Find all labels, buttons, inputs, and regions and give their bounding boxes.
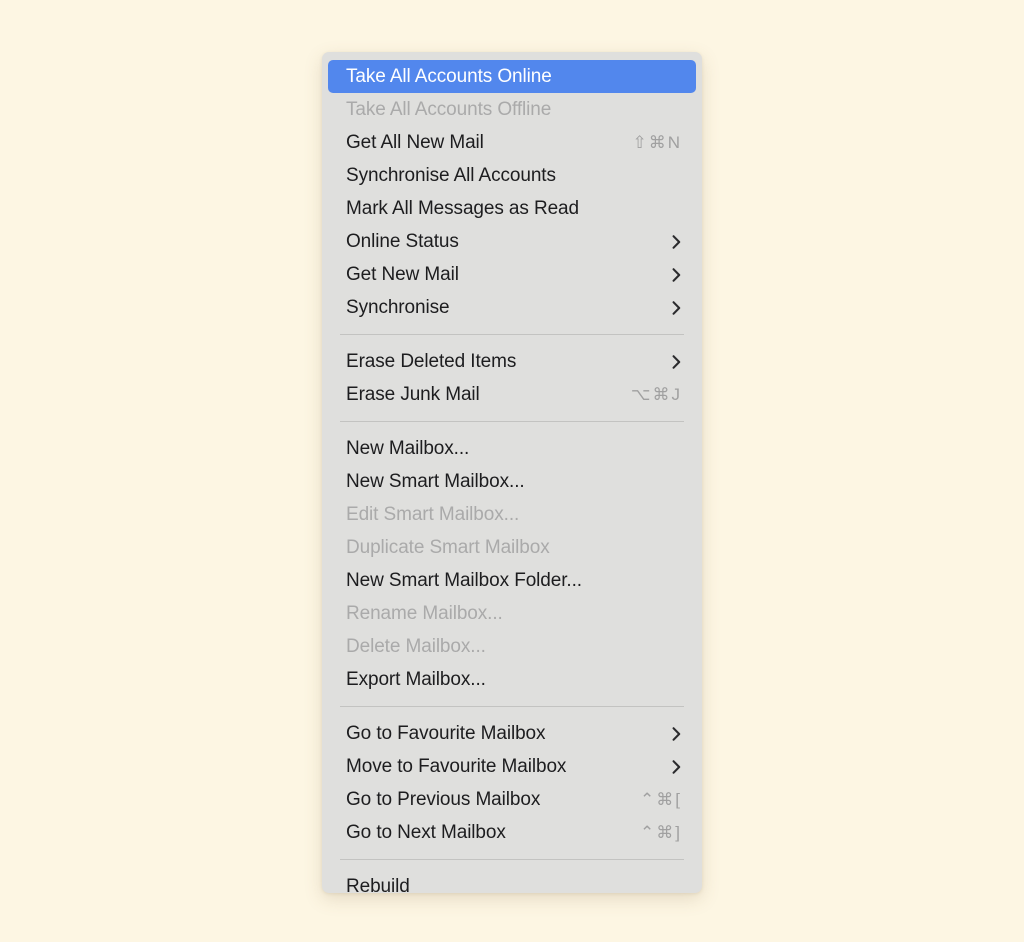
- menu-group: Go to Favourite Mailbox Move to Favourite…: [322, 717, 702, 849]
- menu-group: Rebuild: [322, 870, 702, 893]
- menu-item-label: Delete Mailbox...: [346, 636, 486, 657]
- menu-item-move-to-favourite-mailbox[interactable]: Move to Favourite Mailbox: [328, 750, 696, 783]
- chevron-right-icon: [670, 267, 684, 283]
- menu-item-label: Online Status: [346, 231, 459, 252]
- menu-item-synchronise[interactable]: Synchronise: [328, 291, 696, 324]
- menu-item-shortcut: ⌃⌘[: [640, 789, 682, 809]
- menu-item-new-smart-mailbox-folder[interactable]: New Smart Mailbox Folder...: [328, 564, 696, 597]
- menu-item-shortcut: ⌃⌘]: [640, 822, 682, 842]
- menu-item-label: Rename Mailbox...: [346, 603, 503, 624]
- menu-item-label: Move to Favourite Mailbox: [346, 756, 567, 777]
- menu-item-label: Synchronise: [346, 297, 450, 318]
- menu-item-new-smart-mailbox[interactable]: New Smart Mailbox...: [328, 465, 696, 498]
- menu-item-new-mailbox[interactable]: New Mailbox...: [328, 432, 696, 465]
- menu-item-online-status[interactable]: Online Status: [328, 225, 696, 258]
- chevron-right-icon: [670, 234, 684, 250]
- menu-separator: [340, 859, 684, 860]
- menu-item-go-to-previous-mailbox[interactable]: Go to Previous Mailbox ⌃⌘[: [328, 783, 696, 816]
- chevron-right-icon: [670, 300, 684, 316]
- menu-item-label: Get New Mail: [346, 264, 459, 285]
- menu-item-shortcut: ⇧⌘N: [632, 132, 682, 152]
- menu-separator: [340, 706, 684, 707]
- menu-item-label: Take All Accounts Offline: [346, 99, 552, 120]
- menu-item-label: Export Mailbox...: [346, 669, 486, 690]
- menu-item-take-all-accounts-online[interactable]: Take All Accounts Online: [328, 60, 696, 93]
- menu-group: Take All Accounts Online Take All Account…: [322, 60, 702, 324]
- menu-item-get-new-mail[interactable]: Get New Mail: [328, 258, 696, 291]
- menu-item-mark-all-messages-as-read[interactable]: Mark All Messages as Read: [328, 192, 696, 225]
- menu-item-label: New Smart Mailbox Folder...: [346, 570, 582, 591]
- menu-item-rename-mailbox: Rename Mailbox...: [328, 597, 696, 630]
- menu-item-shortcut: ⌥⌘J: [630, 384, 682, 404]
- menu-item-synchronise-all-accounts[interactable]: Synchronise All Accounts: [328, 159, 696, 192]
- menu-separator: [340, 421, 684, 422]
- menu-item-label: Synchronise All Accounts: [346, 165, 556, 186]
- menu-item-label: Erase Deleted Items: [346, 351, 517, 372]
- menu-item-label: New Smart Mailbox...: [346, 471, 525, 492]
- menu-item-go-to-favourite-mailbox[interactable]: Go to Favourite Mailbox: [328, 717, 696, 750]
- menu-item-label: Get All New Mail: [346, 132, 484, 153]
- menu-item-edit-smart-mailbox: Edit Smart Mailbox...: [328, 498, 696, 531]
- menu-item-label: Mark All Messages as Read: [346, 198, 579, 219]
- menu-item-label: Go to Previous Mailbox: [346, 789, 541, 810]
- menu-item-label: Go to Favourite Mailbox: [346, 723, 546, 744]
- menu-item-get-all-new-mail[interactable]: Get All New Mail ⇧⌘N: [328, 126, 696, 159]
- menu-item-label: Edit Smart Mailbox...: [346, 504, 520, 525]
- chevron-right-icon: [670, 759, 684, 775]
- menu-item-rebuild[interactable]: Rebuild: [328, 870, 696, 893]
- menu-item-label: New Mailbox...: [346, 438, 470, 459]
- menu-group: New Mailbox... New Smart Mailbox... Edit S…: [322, 432, 702, 696]
- menu-item-label: Go to Next Mailbox: [346, 822, 506, 843]
- menu-group: Erase Deleted Items Erase Junk Mail ⌥⌘J: [322, 345, 702, 411]
- menu-item-label: Duplicate Smart Mailbox: [346, 537, 550, 558]
- chevron-right-icon: [670, 354, 684, 370]
- menu-item-take-all-accounts-offline: Take All Accounts Offline: [328, 93, 696, 126]
- menu-item-duplicate-smart-mailbox: Duplicate Smart Mailbox: [328, 531, 696, 564]
- menu-item-go-to-next-mailbox[interactable]: Go to Next Mailbox ⌃⌘]: [328, 816, 696, 849]
- menu-item-export-mailbox[interactable]: Export Mailbox...: [328, 663, 696, 696]
- mailbox-context-menu: Take All Accounts Online Take All Account…: [322, 52, 702, 893]
- menu-item-erase-deleted-items[interactable]: Erase Deleted Items: [328, 345, 696, 378]
- menu-separator: [340, 334, 684, 335]
- menu-item-delete-mailbox: Delete Mailbox...: [328, 630, 696, 663]
- menu-item-label: Erase Junk Mail: [346, 384, 480, 405]
- menu-item-erase-junk-mail[interactable]: Erase Junk Mail ⌥⌘J: [328, 378, 696, 411]
- menu-item-label: Take All Accounts Online: [346, 66, 552, 87]
- menu-item-label: Rebuild: [346, 876, 410, 893]
- chevron-right-icon: [670, 726, 684, 742]
